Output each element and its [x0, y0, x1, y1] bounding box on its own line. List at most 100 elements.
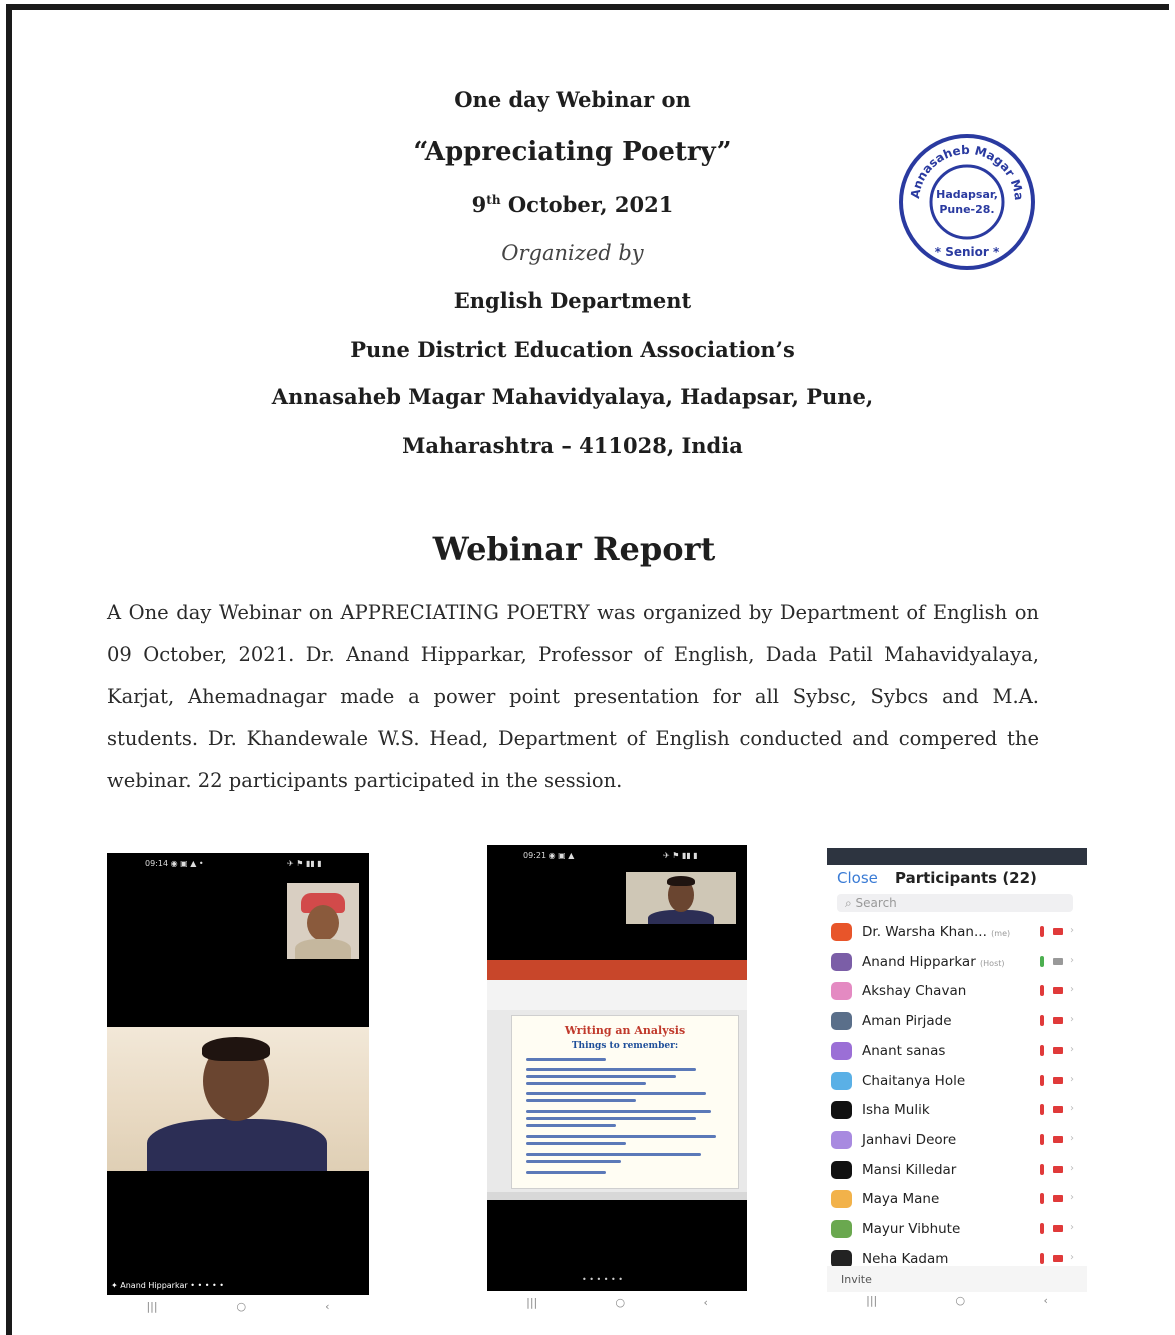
powerpoint-status-bar [487, 1192, 747, 1200]
chevron-right-icon: › [1070, 925, 1074, 936]
participant-name: Akshay Chavan [862, 983, 967, 1000]
powerpoint-toolbar [487, 980, 747, 1010]
phone-status-bar [827, 848, 1087, 865]
college-name: Annasaheb Magar Mahavidyalaya, Hadapsar,… [271, 384, 874, 409]
participant-row[interactable]: Isha Mulik › [827, 1095, 1087, 1125]
camera-icon [1053, 1017, 1063, 1025]
presenter-video-thumbnail [626, 872, 736, 924]
home-icon[interactable]: ○ [616, 1296, 626, 1309]
microphone-icon [1040, 1223, 1044, 1234]
home-icon[interactable]: ○ [237, 1300, 247, 1313]
chevron-right-icon: › [1070, 1222, 1074, 1233]
participant-row[interactable]: Mansi Killedar › [827, 1155, 1087, 1185]
phone-nav-bar: ||| ○ ‹ [487, 1296, 747, 1309]
invite-button[interactable]: Invite [827, 1266, 1087, 1292]
participant-row[interactable]: Dr. Warsha Khan... (me) › [827, 917, 1087, 947]
speaker-name-caption: ✦ Anand Hipparkar • • • • • [111, 1281, 224, 1290]
camera-icon [1053, 1195, 1063, 1203]
phone-nav-bar: ||| ○ ‹ [107, 1300, 369, 1313]
association-name: Pune District Education Association’s [350, 337, 795, 362]
participant-row[interactable]: Mayur Vibhute › [827, 1214, 1087, 1244]
chevron-right-icon: › [1070, 984, 1074, 996]
video-call-screenshot: 09:14 ◉ ▣ ▲ • ✈ ⚑ ▮▮ ▮ ✦ Anand Hipparkar … [107, 853, 369, 1295]
participant-avatar [831, 1190, 852, 1209]
participant-avatar [831, 1130, 852, 1149]
camera-icon [1053, 1076, 1063, 1084]
participant-name: Mayur Vibhute [862, 1221, 961, 1237]
camera-icon [1053, 957, 1063, 965]
speaker-video [107, 1027, 369, 1171]
participant-name: Maya Mane [862, 1191, 940, 1208]
participant-name: Chaitanya Hole [862, 1072, 966, 1089]
recent-apps-icon[interactable]: ||| [526, 1296, 537, 1309]
webinar-intro: One day Webinar on [454, 87, 691, 112]
participant-name: Dr. Warsha Khan... (me) [862, 924, 1011, 940]
microphone-icon [1040, 985, 1044, 997]
report-body: A One day Webinar on APPRECIATING POETRY… [107, 601, 1039, 792]
camera-icon [1053, 1135, 1063, 1143]
phone-status-bar: 09:14 ◉ ▣ ▲ • ✈ ⚑ ▮▮ ▮ [145, 859, 322, 868]
slide-title: Writing an Analysis [564, 1024, 686, 1037]
participant-name: Aman Pirjade [862, 1013, 952, 1030]
participant-row[interactable]: Janhavi Deore › [827, 1125, 1087, 1155]
microphone-icon [1040, 926, 1044, 937]
participant-row[interactable]: Akshay Chavan › [827, 976, 1087, 1006]
microphone-icon [1040, 1252, 1044, 1264]
chevron-right-icon: › [1070, 1251, 1074, 1263]
back-icon[interactable]: ‹ [325, 1300, 329, 1313]
participant-avatar [831, 1160, 852, 1179]
back-icon[interactable]: ‹ [1043, 1294, 1047, 1307]
chevron-right-icon: › [1070, 1043, 1074, 1055]
participant-avatar [831, 1249, 852, 1268]
back-icon[interactable]: ‹ [703, 1296, 707, 1309]
microphone-icon [1040, 1193, 1044, 1205]
chevron-right-icon: › [1070, 1014, 1074, 1026]
microphone-icon [1040, 1044, 1044, 1056]
participant-search-input[interactable]: ⌕ Search [837, 894, 1073, 912]
participant-row[interactable]: Chaitanya Hole › [827, 1066, 1087, 1096]
participant-row[interactable]: Maya Mane › [827, 1184, 1087, 1214]
participants-title: Participants (22) [895, 869, 1037, 887]
home-icon[interactable]: ○ [956, 1294, 966, 1307]
participant-name: Neha Kadam [862, 1250, 949, 1267]
microphone-icon [1040, 1133, 1044, 1145]
chevron-right-icon: › [1070, 1162, 1074, 1174]
microphone-icon [1040, 1074, 1044, 1086]
camera-icon [1053, 1225, 1063, 1232]
chevron-right-icon: › [1070, 1073, 1074, 1085]
participant-avatar [831, 1220, 852, 1238]
camera-icon [1053, 987, 1063, 995]
department-name: English Department [453, 288, 692, 313]
microphone-icon [1040, 1015, 1044, 1027]
microphone-icon [1040, 955, 1044, 967]
camera-icon [1053, 1165, 1063, 1173]
microphone-icon [1040, 1104, 1044, 1116]
participant-avatar [831, 1101, 852, 1120]
participant-row[interactable]: Anant sanas › [827, 1036, 1087, 1066]
participant-avatar [831, 923, 852, 941]
participant-avatar [831, 1012, 852, 1031]
svg-text:* Senior *: * Senior * [935, 245, 1000, 259]
powerpoint-ribbon [487, 960, 747, 980]
self-video-thumbnail [287, 883, 359, 959]
close-button[interactable]: Close [837, 869, 878, 887]
camera-icon [1053, 928, 1063, 935]
phone-status-bar: 09:21 ◉ ▣ ▲ ✈ ⚑ ▮▮ ▮ [523, 851, 698, 860]
participant-row[interactable]: Anand Hipparkar (Host) › [827, 947, 1087, 977]
page-dots: • • • • • • [582, 1275, 624, 1284]
participant-name: Anant sanas [862, 1042, 946, 1059]
slide: Writing an Analysis Things to remember: [511, 1015, 739, 1189]
participant-name: Janhavi Deore [862, 1131, 957, 1148]
recent-apps-icon[interactable]: ||| [146, 1300, 157, 1313]
slide-subtitle: Things to remember: [571, 1041, 679, 1051]
chevron-right-icon: › [1070, 954, 1074, 966]
camera-icon [1053, 1046, 1063, 1054]
participant-name: Isha Mulik [862, 1102, 930, 1119]
participant-name: Mansi Killedar [862, 1161, 957, 1178]
participant-row[interactable]: Aman Pirjade › [827, 1006, 1087, 1036]
phone-nav-bar: ||| ○ ‹ [827, 1294, 1087, 1307]
college-seal-stamp: Annasaheb Magar Mahavidyalaya Hadapsar, … [897, 132, 1035, 270]
participant-avatar [831, 1071, 852, 1090]
recent-apps-icon[interactable]: ||| [866, 1294, 877, 1307]
participant-avatar [831, 982, 852, 1001]
